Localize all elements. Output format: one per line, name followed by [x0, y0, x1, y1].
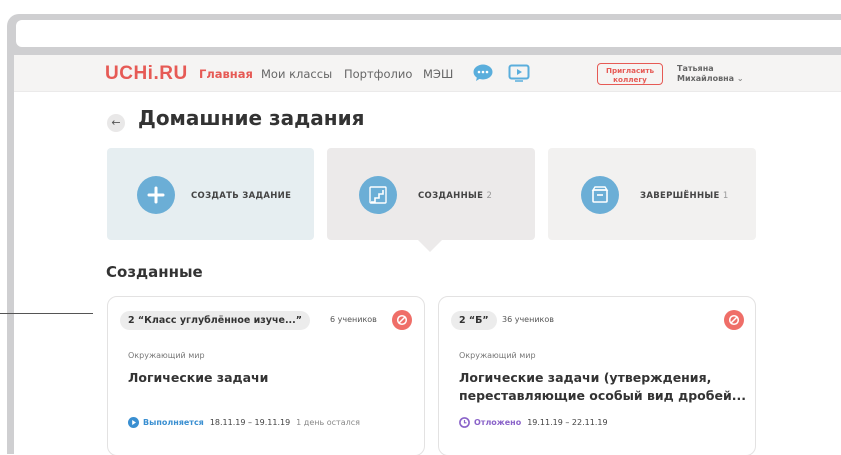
- students-count: 6 учеников: [330, 315, 377, 324]
- tile-count: 2: [486, 191, 493, 201]
- date-range: 19.11.19 – 22.11.19: [527, 418, 608, 427]
- address-bar[interactable]: [16, 20, 841, 47]
- status-badge: Отложено: [459, 417, 521, 428]
- cancel-icon[interactable]: [724, 310, 744, 330]
- tile-created[interactable]: СОЗДАННЫЕ 2: [327, 148, 535, 240]
- logo[interactable]: UCHi.RU: [105, 63, 188, 85]
- assignment-card[interactable]: 2 “Класс углублённое изуче...” 6 ученико…: [107, 296, 425, 455]
- tile-count: 1: [722, 191, 729, 201]
- clock-icon: [459, 417, 470, 428]
- plus-icon: [137, 176, 175, 214]
- invite-colleague-button[interactable]: Пригласить коллегу: [597, 63, 663, 85]
- user-first-name: Татьяна: [677, 64, 714, 73]
- subject-label: Окружающий мир: [128, 351, 205, 360]
- status-line: Выполняется 18.11.19 – 19.11.19 1 день о…: [128, 417, 360, 428]
- tile-label: СОЗДАННЫЕ: [418, 191, 484, 201]
- nav-link-mesh[interactable]: МЭШ: [423, 67, 453, 81]
- task-title-line1: Логические задачи (утверждения,: [459, 370, 712, 385]
- status-text: Отложено: [474, 418, 522, 427]
- task-title: Логические задачи (утверждения, перестав…: [459, 369, 746, 405]
- tile-create-assignment[interactable]: СОЗДАТЬ ЗАДАНИЕ: [107, 148, 314, 240]
- remaining-time: 1 день остался: [296, 418, 360, 427]
- task-title-line2: переставляющие особый вид дробей...: [459, 388, 746, 403]
- invite-label-line1: Пригласить: [605, 66, 655, 75]
- students-count: 36 учеников: [502, 315, 554, 324]
- nav-link-home[interactable]: Главная: [199, 67, 253, 81]
- chevron-down-icon: ⌄: [736, 74, 744, 83]
- tile-label: ЗАВЕРШЁННЫЕ: [640, 191, 720, 201]
- play-icon: [128, 417, 139, 428]
- nav-link-portfolio[interactable]: Портфолио: [344, 67, 412, 81]
- status-badge: Выполняется: [128, 417, 204, 428]
- assignment-card[interactable]: 2 “Б” 36 учеников Окружающий мир Логичес…: [438, 296, 756, 455]
- status-line: Отложено 19.11.19 – 22.11.19: [459, 417, 608, 428]
- video-icon[interactable]: [508, 64, 530, 82]
- chat-icon[interactable]: [473, 64, 493, 81]
- app-screen: UCHi.RU Главная Мои классы Портфолио МЭШ…: [14, 55, 841, 455]
- tile-label: СОЗДАТЬ ЗАДАНИЕ: [191, 191, 292, 201]
- divider-line: [0, 313, 93, 314]
- cancel-icon[interactable]: [392, 310, 412, 330]
- task-title: Логические задачи: [128, 370, 269, 385]
- stairs-icon: [359, 176, 397, 214]
- invite-label-line2: коллегу: [613, 75, 647, 84]
- class-badge: 2 “Класс углублённое изуче...”: [120, 311, 311, 330]
- tile-pointer: [418, 240, 442, 252]
- user-patronymic: Михайловна: [677, 74, 735, 83]
- nav-link-my-classes[interactable]: Мои классы: [261, 67, 332, 81]
- status-text: Выполняется: [143, 418, 204, 427]
- top-navigation: UCHi.RU Главная Мои классы Портфолио МЭШ…: [14, 55, 841, 92]
- archive-icon: [581, 176, 619, 214]
- date-range: 18.11.19 – 19.11.19: [209, 418, 291, 427]
- tile-completed[interactable]: ЗАВЕРШЁННЫЕ 1: [548, 148, 756, 240]
- section-title: Созданные: [106, 263, 203, 281]
- class-badge: 2 “Б”: [451, 311, 497, 330]
- page-title: Домашние задания: [138, 106, 365, 130]
- user-menu[interactable]: Татьяна Михайловна ⌄: [677, 64, 744, 84]
- back-button[interactable]: ←: [107, 114, 125, 132]
- subject-label: Окружающий мир: [459, 351, 536, 360]
